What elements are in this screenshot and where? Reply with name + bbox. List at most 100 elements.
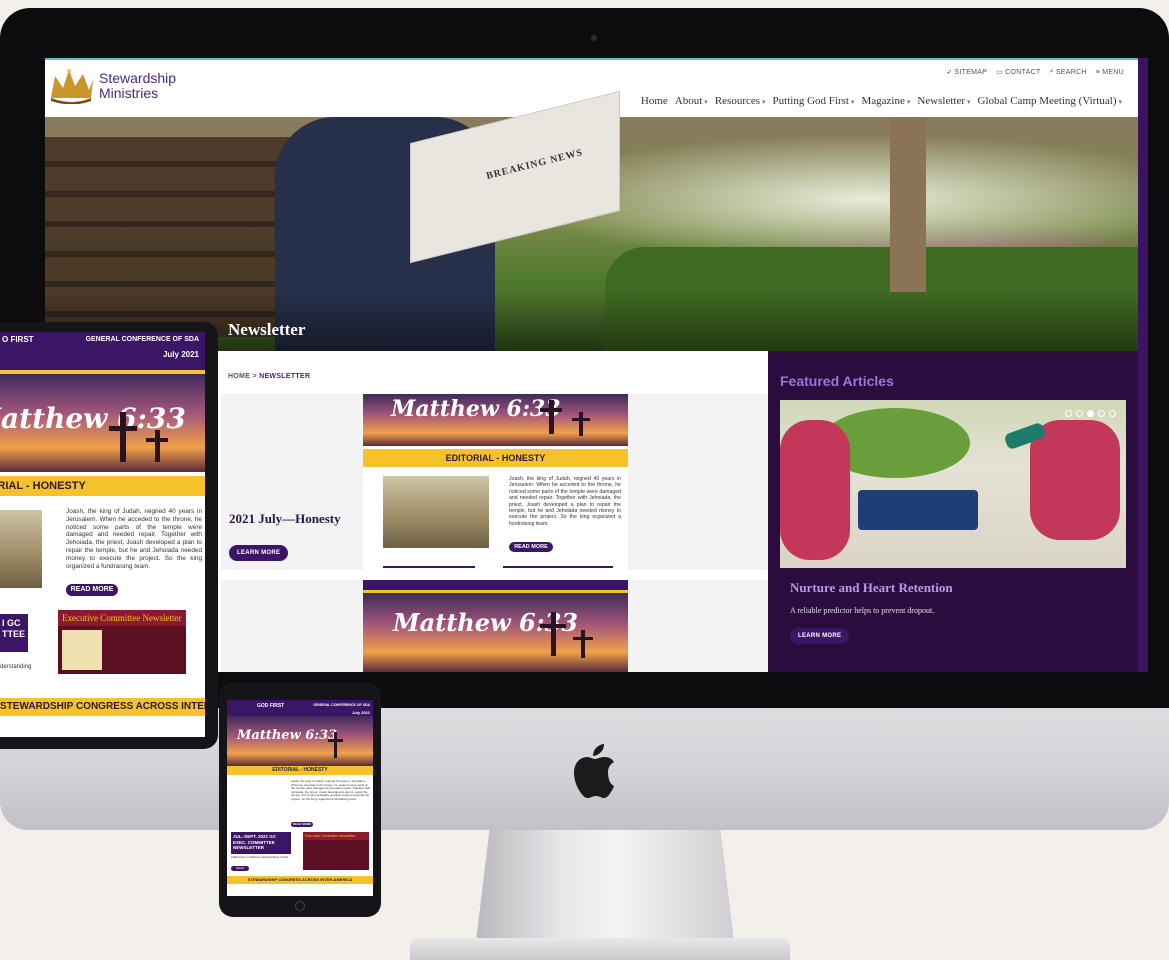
featured-articles-panel: Featured Articles Nurture and Heart Rete… xyxy=(768,351,1138,672)
phone-newsletter-body: Joash, the king of Judah, reigned 40 yea… xyxy=(291,780,371,801)
bonsai-pot xyxy=(858,490,978,530)
carousel-dot-active[interactable] xyxy=(1087,410,1094,417)
phone-script-title: Matthew 6:33 xyxy=(237,728,338,743)
phone-read-more-button[interactable]: READ MORE xyxy=(291,822,313,827)
newsletter-body: Joash, the king of Judah, reigned 40 yea… xyxy=(509,476,621,527)
contact-label: CONTACT xyxy=(1005,68,1041,76)
utility-search[interactable]: ⌕ SEARCH xyxy=(1050,68,1087,76)
imac-stand-base xyxy=(410,938,790,960)
tablet-temple-image xyxy=(0,510,42,588)
apple-logo-icon xyxy=(574,744,614,798)
newsletter-script-title: Matthew 6:33 xyxy=(391,396,561,422)
camera-icon xyxy=(591,35,597,41)
phone-congress-band: STEWARDSHIP CONGRESS ACROSS INTER-AMERIC… xyxy=(227,876,373,884)
tablet-body: EDITORIAL - HONESTY Joash, the king of J… xyxy=(0,472,205,727)
tablet-congress-band: STEWARDSHIP CONGRESS ACROSS INTER-AMERIC… xyxy=(0,698,205,716)
logo-line-2: Ministries xyxy=(99,85,159,101)
nav-about[interactable]: About ▾ xyxy=(675,95,708,107)
phone-newsletter-header: GOD FIRST GENERAL CONFERENCE OF SDA July… xyxy=(227,700,373,716)
cross-icon xyxy=(579,412,583,436)
utility-nav: ➶ SITEMAP ▭ CONTACT ⌕ SEARCH ≡ MENU xyxy=(946,68,1124,76)
nav-global-camp-meeting[interactable]: Global Camp Meeting (Virtual) ▾ xyxy=(978,95,1122,107)
cross-icon xyxy=(334,732,337,758)
newsletter-card-title[interactable]: 2021 July—Honesty xyxy=(229,511,341,527)
utility-contact[interactable]: ▭ CONTACT xyxy=(996,68,1041,77)
tablet-exec-desc: derstanding xyxy=(0,664,32,670)
cross-icon xyxy=(540,624,566,628)
featured-article-desc: A reliable predictor helps to prevent dr… xyxy=(790,606,935,615)
featured-image[interactable] xyxy=(780,400,1126,568)
carousel-dot[interactable] xyxy=(1065,410,1072,417)
nav-magazine[interactable]: Magazine ▾ xyxy=(861,95,910,107)
tablet-hero: Matthew 6:33 xyxy=(0,374,205,472)
utility-sitemap[interactable]: ➶ SITEMAP xyxy=(946,68,988,77)
crown-logo-icon xyxy=(51,69,93,104)
tablet-exec-title: Executive Committee Newsletter xyxy=(58,610,186,626)
tablet-exec-image: Executive Committee Newsletter xyxy=(58,610,186,674)
hamburger-icon: ≡ xyxy=(1095,68,1101,76)
breadcrumb: HOME > NEWSLETTER xyxy=(228,373,310,380)
sitemap-label: SITEMAP xyxy=(954,68,988,76)
featured-article-title[interactable]: Nurture and Heart Retention xyxy=(790,580,953,596)
chevron-down-icon: ▾ xyxy=(967,98,971,106)
utility-menu[interactable]: ≡ MENU xyxy=(1096,68,1124,76)
nav-global-camp-meeting-label: Global Camp Meeting (Virtual) xyxy=(977,95,1117,107)
chevron-down-icon: ▾ xyxy=(704,98,708,106)
cross-icon xyxy=(155,430,160,462)
carousel-dot[interactable] xyxy=(1098,410,1105,417)
tablet-header-right: GENERAL CONFERENCE OF SDA xyxy=(85,336,199,343)
nav-home[interactable]: Home xyxy=(641,95,668,107)
site-logo[interactable]: Stewardship Ministries xyxy=(49,68,176,104)
phone-exec-title: Executive Committee Newsletter xyxy=(303,832,369,840)
carousel-dot[interactable] xyxy=(1109,410,1116,417)
cross-icon xyxy=(328,739,343,742)
mail-icon: ▭ xyxy=(996,69,1004,76)
tablet-newsletter-header: O FIRST GENERAL CONFERENCE OF SDA July 2… xyxy=(0,332,205,370)
nav-resources[interactable]: Resources ▾ xyxy=(715,95,766,107)
screen-right-edge xyxy=(1138,58,1148,672)
tablet-editorial-band: EDITORIAL - HONESTY xyxy=(0,476,205,496)
menu-label: MENU xyxy=(1102,68,1124,76)
phone-exec-box: JUL.-SEPT. 2021 GC EXEC. COMMITTEE NEWSL… xyxy=(231,832,291,854)
chevron-down-icon: ▾ xyxy=(762,98,766,106)
phone-exec-desc: Addressing a biblical understanding of t… xyxy=(231,855,289,859)
phone-header-date: July 2021 xyxy=(351,710,370,715)
newsletter-head-bar xyxy=(363,580,628,590)
tablet-read-more-button[interactable]: READ MORE xyxy=(66,584,118,596)
carousel-dot[interactable] xyxy=(1076,410,1083,417)
tablet-exec-doc xyxy=(62,630,102,670)
tablet-newsletter-body: Joash, the king of Judah, reigned 40 yea… xyxy=(66,508,202,570)
newsletter-thumbnail[interactable]: Matthew 6:33 EDITORIAL - HONESTY Joash, … xyxy=(363,394,628,570)
newsletter-thumbnail-2[interactable]: Matthew 6:33 xyxy=(363,580,628,672)
featured-heading: Featured Articles xyxy=(780,373,894,389)
read-more-button[interactable]: READ MORE xyxy=(509,542,553,552)
phone-exec-read-more[interactable]: READ MORE xyxy=(231,866,249,875)
breadcrumb-separator: > xyxy=(252,373,257,380)
nav-magazine-label: Magazine xyxy=(861,95,905,107)
cross-icon xyxy=(572,418,590,421)
main-nav: Home About ▾ Resources ▾ Putting God First… xyxy=(641,95,1122,107)
tablet-device: O FIRST GENERAL CONFERENCE OF SDA July 2… xyxy=(0,322,218,749)
editorial-band: EDITORIAL - HONESTY xyxy=(363,449,628,467)
cross-icon xyxy=(540,408,562,412)
phone-header-left: GOD FIRST xyxy=(257,703,285,709)
learn-more-button[interactable]: LEARN MORE xyxy=(229,545,289,561)
arm-right xyxy=(1030,420,1120,540)
breadcrumb-home[interactable]: HOME xyxy=(228,373,250,380)
chevron-down-icon: ▾ xyxy=(850,98,855,106)
cross-icon xyxy=(573,637,593,640)
nav-newsletter[interactable]: Newsletter ▾ xyxy=(917,95,970,107)
tablet-screen: O FIRST GENERAL CONFERENCE OF SDA July 2… xyxy=(0,332,205,737)
nav-putting-god-first[interactable]: Putting God First ▾ xyxy=(773,95,855,107)
hero-banner: BREAKING NEWS xyxy=(45,90,1138,351)
featured-learn-more-button[interactable]: LEARN MORE xyxy=(790,628,850,644)
chevron-down-icon: ▾ xyxy=(906,98,911,106)
newsletter-card: 2021 July—Honesty LEARN MORE Matthew 6:3… xyxy=(221,394,768,570)
nav-resources-label: Resources xyxy=(714,95,761,107)
logo-line-1: Stewardship xyxy=(99,70,177,86)
tablet-header-date: July 2021 xyxy=(162,350,199,359)
page-title: Newsletter xyxy=(228,320,306,339)
phone-screen: GOD FIRST GENERAL CONFERENCE OF SDA July… xyxy=(227,700,373,896)
cross-icon xyxy=(551,612,556,656)
phone-temple-image xyxy=(231,780,283,816)
